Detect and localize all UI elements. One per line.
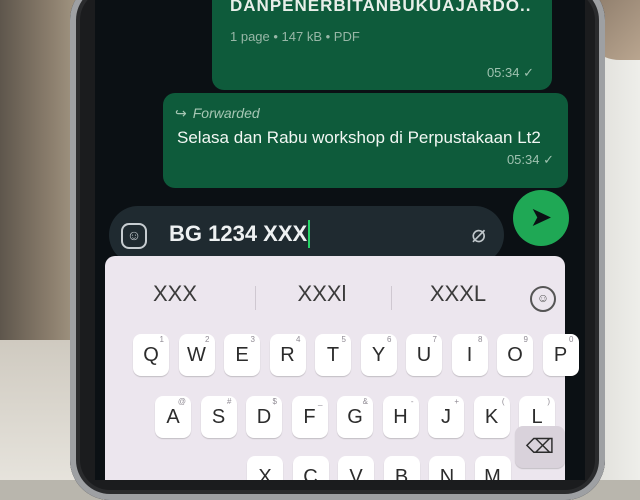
key-r[interactable]: R4 (269, 334, 306, 376)
key-o[interactable]: O9 (497, 334, 533, 376)
key-label: M (484, 466, 501, 480)
forward-icon: ↪ (175, 105, 187, 121)
key-v[interactable]: V (338, 456, 374, 480)
key-h[interactable]: H- (382, 396, 419, 438)
chat-screen: DANPENERBITANBUKUAJARDO... 1 page • 147 … (95, 0, 585, 480)
message-input[interactable]: BG 1234 XXX (169, 220, 311, 248)
suggestion-item[interactable]: XXXL (398, 274, 518, 314)
backspace-icon: ⌫ (525, 436, 555, 458)
key-label: C (303, 466, 318, 480)
keyboard: XXX XXXl XXXL ☺ Q 1 W 2 E 3 R 4 T 5 Y 6 U 7 I 8 O 9 P 0 A @ S #… (105, 256, 579, 480)
divider (255, 286, 256, 310)
key-secondary-label: 9 (523, 335, 528, 344)
key-secondary-label: @ (177, 397, 186, 406)
key-label: N (439, 466, 455, 480)
key-secondary-label: 7 (432, 335, 437, 344)
emoji-icon[interactable]: ☺ (530, 286, 556, 312)
key-e[interactable]: E3 (224, 334, 260, 376)
key-b[interactable]: B (383, 456, 420, 480)
key-secondary-label: 2 (205, 335, 210, 344)
document-message[interactable]: DANPENERBITANBUKUAJARDO... 1 page • 147 … (212, 0, 552, 90)
divider (391, 286, 392, 310)
key-secondary-label: ) (547, 397, 550, 406)
backspace-key[interactable]: ⌫ (515, 426, 565, 468)
key-d[interactable]: D $ (246, 396, 282, 438)
key-x[interactable]: X (247, 456, 283, 480)
key-q[interactable]: Q1 (133, 334, 169, 376)
document-meta: 1 page • 147 kB • PDF (230, 29, 360, 44)
paperclip-icon[interactable]: ⌀ (472, 220, 486, 249)
key-secondary-label: ( (501, 397, 505, 406)
key-f[interactable]: F _ (291, 396, 328, 438)
key-p[interactable]: P0 (542, 334, 579, 376)
key-secondary-label: $ (272, 397, 277, 406)
key-c[interactable]: C (292, 456, 329, 480)
message-text: Selasa dan Rabu workshop di Perpustakaan… (177, 128, 541, 147)
key-s[interactable]: S # (200, 396, 237, 438)
key-m[interactable]: M (474, 456, 511, 480)
key-j[interactable]: J + (428, 396, 464, 438)
key-label: B (394, 466, 409, 480)
forwarded-label: ↪ Forwarded (175, 105, 260, 121)
key-label: V (349, 466, 363, 480)
key-k[interactable]: K( (473, 396, 510, 438)
key-t[interactable]: T5 (315, 334, 351, 376)
key-secondary-label: 4 (296, 335, 301, 344)
send-icon: ➤ (530, 204, 552, 231)
forwarded-message[interactable]: ↪ Forwarded Selasa dan Rabu workshop di P… (163, 93, 568, 188)
key-secondary-label: 1 (159, 335, 164, 344)
key-label: X (258, 466, 272, 480)
suggestion-item[interactable]: XXX (115, 274, 235, 314)
key-w[interactable]: W2 (178, 334, 215, 376)
key-secondary-label: # (227, 397, 232, 406)
document-title: DANPENERBITANBUKUAJARDO... (230, 0, 530, 15)
suggestion-bar: XXX XXXl XXXL ☺ (105, 274, 565, 314)
key-u[interactable]: U7 (406, 334, 442, 376)
key-g[interactable]: G & (337, 396, 373, 438)
key-secondary-label: 8 (478, 335, 483, 344)
suggestion-item[interactable]: XXXl (262, 274, 382, 314)
key-secondary-label: _ (318, 397, 323, 406)
key-secondary-label: 0 (569, 335, 574, 344)
key-a[interactable]: A @ (155, 396, 191, 438)
message-time: 05:34 ✓ (506, 152, 554, 167)
key-secondary-label: + (454, 397, 459, 406)
key-secondary-label: - (410, 397, 414, 406)
message-time: 05:34 ✓ (486, 65, 534, 80)
key-y[interactable]: Y6 (360, 334, 397, 376)
key-i[interactable]: I8 (451, 334, 488, 376)
key-secondary-label: 3 (250, 335, 255, 344)
send-button[interactable]: ➤ (513, 190, 569, 246)
key-secondary-label: 5 (341, 335, 346, 344)
key-n[interactable]: N (429, 456, 465, 480)
sticker-icon[interactable]: ☺ (121, 223, 147, 249)
key-secondary-label: 6 (387, 335, 392, 344)
key-secondary-label: & (362, 397, 368, 406)
